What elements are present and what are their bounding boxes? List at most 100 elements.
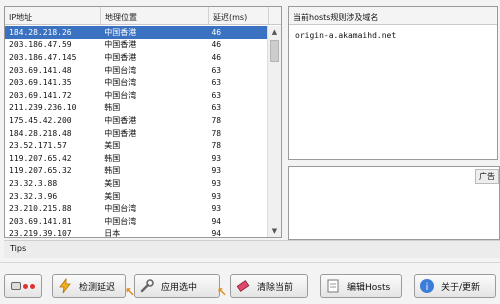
table-row[interactable]: 184.28.218.48 中国香港 78 bbox=[5, 127, 267, 140]
table-row[interactable]: 23.210.215.88 中国台湾 93 bbox=[5, 202, 267, 215]
cell-location: 韩国 bbox=[104, 166, 121, 176]
cell-latency: 46 bbox=[211, 40, 222, 50]
cell-location: 美国 bbox=[104, 191, 121, 201]
table-row[interactable]: 23.32.3.96 美国 93 bbox=[5, 190, 267, 203]
cell-latency: 93 bbox=[211, 204, 222, 214]
cell-latency: 63 bbox=[211, 90, 222, 100]
cell-location: 中国香港 bbox=[104, 115, 137, 125]
table-row[interactable]: 23.52.171.57 美国 78 bbox=[5, 139, 267, 152]
cell-latency: 78 bbox=[211, 128, 222, 138]
cell-ip: 23.52.171.57 bbox=[9, 141, 67, 151]
clear-current-label: 清除当前 bbox=[257, 282, 294, 293]
cell-ip: 23.219.39.107 bbox=[9, 229, 72, 238]
ad-panel[interactable]: 广告 bbox=[288, 166, 500, 240]
cell-location: 日本 bbox=[104, 229, 121, 238]
table-row[interactable]: 119.207.65.32 韩国 93 bbox=[5, 165, 267, 178]
cell-location: 中国台湾 bbox=[104, 65, 137, 75]
cell-location: 美国 bbox=[104, 178, 121, 188]
cell-latency: 94 bbox=[211, 216, 222, 226]
cell-latency: 63 bbox=[211, 78, 222, 88]
toggle-icon bbox=[11, 282, 21, 290]
scroll-thumb[interactable] bbox=[270, 40, 279, 62]
cell-ip: 119.207.65.42 bbox=[9, 153, 72, 163]
table-row[interactable]: 203.69.141.35 中国台湾 63 bbox=[5, 76, 267, 89]
settings-button[interactable] bbox=[4, 274, 42, 298]
table-row[interactable]: 119.207.65.42 韩国 93 bbox=[5, 152, 267, 165]
cell-location: 中国台湾 bbox=[104, 78, 137, 88]
table-row[interactable]: 203.186.47.59 中国香港 46 bbox=[5, 39, 267, 52]
cell-ip: 23.32.3.88 bbox=[9, 178, 58, 188]
hosts-panel-header: 当前hosts规则涉及域名 bbox=[289, 7, 497, 25]
cell-ip: 23.32.3.96 bbox=[9, 191, 58, 201]
cell-ip: 211.239.236.10 bbox=[9, 103, 77, 113]
edit-hosts-button[interactable]: 编辑Hosts bbox=[320, 274, 402, 298]
table-scrollbar[interactable]: ▲ ▼ bbox=[267, 26, 281, 237]
table-row[interactable]: 203.69.141.81 中国台湾 94 bbox=[5, 215, 267, 228]
table-row[interactable]: 203.69.141.72 中国台湾 63 bbox=[5, 89, 267, 102]
table-row[interactable]: 23.219.39.107 日本 94 bbox=[5, 228, 267, 238]
apply-selected-label: 应用选中 bbox=[161, 282, 198, 293]
cell-ip: 203.186.47.59 bbox=[9, 40, 72, 50]
cell-latency: 93 bbox=[211, 166, 222, 176]
column-header-ip[interactable]: IP地址 bbox=[5, 7, 101, 24]
cell-latency: 46 bbox=[211, 52, 222, 62]
cell-location: 中国台湾 bbox=[104, 90, 137, 100]
wrench-icon bbox=[139, 278, 155, 294]
cell-latency: 46 bbox=[211, 27, 222, 37]
cell-ip: 119.207.65.32 bbox=[9, 166, 72, 176]
scroll-down-icon[interactable]: ▼ bbox=[268, 225, 281, 237]
table-body: 184.28.218.26 中国香港 46 203.186.47.59 中国香港 46 20… bbox=[5, 26, 267, 238]
clear-current-button[interactable]: 清除当前 bbox=[230, 274, 308, 298]
hosts-domain-panel: 当前hosts规则涉及域名 origin-a.akamaihd.net bbox=[288, 6, 498, 160]
tips-bar: Tips bbox=[4, 240, 500, 258]
scroll-up-icon[interactable]: ▲ bbox=[268, 26, 281, 38]
eraser-icon bbox=[235, 278, 251, 294]
cell-ip: 184.28.218.48 bbox=[9, 128, 72, 138]
ad-label: 广告 bbox=[475, 169, 499, 184]
hosts-domain-entry: origin-a.akamaihd.net bbox=[295, 31, 397, 40]
cell-location: 中国香港 bbox=[104, 27, 137, 37]
ip-table[interactable]: IP地址 地理位置 延迟(ms) 184.28.218.26 中国香港 46 203.… bbox=[4, 6, 282, 238]
lightning-icon bbox=[57, 277, 73, 294]
cell-location: 美国 bbox=[104, 141, 121, 151]
cell-latency: 93 bbox=[211, 178, 222, 188]
about-update-label: 关于/更新 bbox=[441, 282, 481, 293]
cell-ip: 203.186.47.145 bbox=[9, 52, 77, 62]
cell-latency: 63 bbox=[211, 65, 222, 75]
info-icon: i bbox=[419, 278, 435, 294]
cell-ip: 23.210.215.88 bbox=[9, 204, 72, 214]
table-row[interactable]: 175.45.42.200 中国香港 78 bbox=[5, 114, 267, 127]
apply-selected-button[interactable]: 应用选中 ↖ bbox=[134, 274, 227, 299]
cell-location: 韩国 bbox=[104, 153, 121, 163]
cell-ip: 203.69.141.81 bbox=[9, 216, 72, 226]
test-latency-button[interactable]: 检测延迟 ↖ bbox=[52, 274, 135, 299]
column-header-location[interactable]: 地理位置 bbox=[101, 7, 209, 24]
cell-latency: 78 bbox=[211, 141, 222, 151]
arrow-icon: ↖ bbox=[216, 285, 227, 299]
table-row[interactable]: 203.69.141.48 中国台湾 63 bbox=[5, 64, 267, 77]
edit-hosts-label: 编辑Hosts bbox=[347, 282, 391, 293]
table-row[interactable]: 23.32.3.88 美国 93 bbox=[5, 177, 267, 190]
cell-latency: 94 bbox=[211, 229, 222, 238]
cell-location: 中国香港 bbox=[104, 128, 137, 138]
cell-ip: 203.69.141.72 bbox=[9, 90, 72, 100]
red-dot-icon bbox=[30, 283, 35, 289]
svg-text:i: i bbox=[426, 282, 429, 293]
cell-latency: 63 bbox=[211, 103, 222, 113]
table-header: IP地址 地理位置 延迟(ms) bbox=[5, 7, 281, 25]
cell-location: 中国台湾 bbox=[104, 216, 137, 226]
cell-location: 中国香港 bbox=[104, 40, 137, 50]
cell-location: 韩国 bbox=[104, 103, 121, 113]
cell-latency: 93 bbox=[211, 191, 222, 201]
cell-ip: 175.45.42.200 bbox=[9, 115, 72, 125]
red-dot-icon bbox=[23, 283, 28, 289]
column-header-latency[interactable]: 延迟(ms) bbox=[209, 7, 269, 24]
cell-location: 中国台湾 bbox=[104, 204, 137, 214]
table-row[interactable]: 211.239.236.10 韩国 63 bbox=[5, 102, 267, 115]
table-row[interactable]: 184.28.218.26 中国香港 46 bbox=[5, 26, 267, 39]
cell-ip: 184.28.218.26 bbox=[9, 27, 72, 37]
table-row[interactable]: 203.186.47.145 中国香港 46 bbox=[5, 51, 267, 64]
cell-ip: 203.69.141.48 bbox=[9, 65, 72, 75]
test-latency-label: 检测延迟 bbox=[79, 282, 116, 293]
about-update-button[interactable]: i 关于/更新 bbox=[414, 274, 496, 298]
